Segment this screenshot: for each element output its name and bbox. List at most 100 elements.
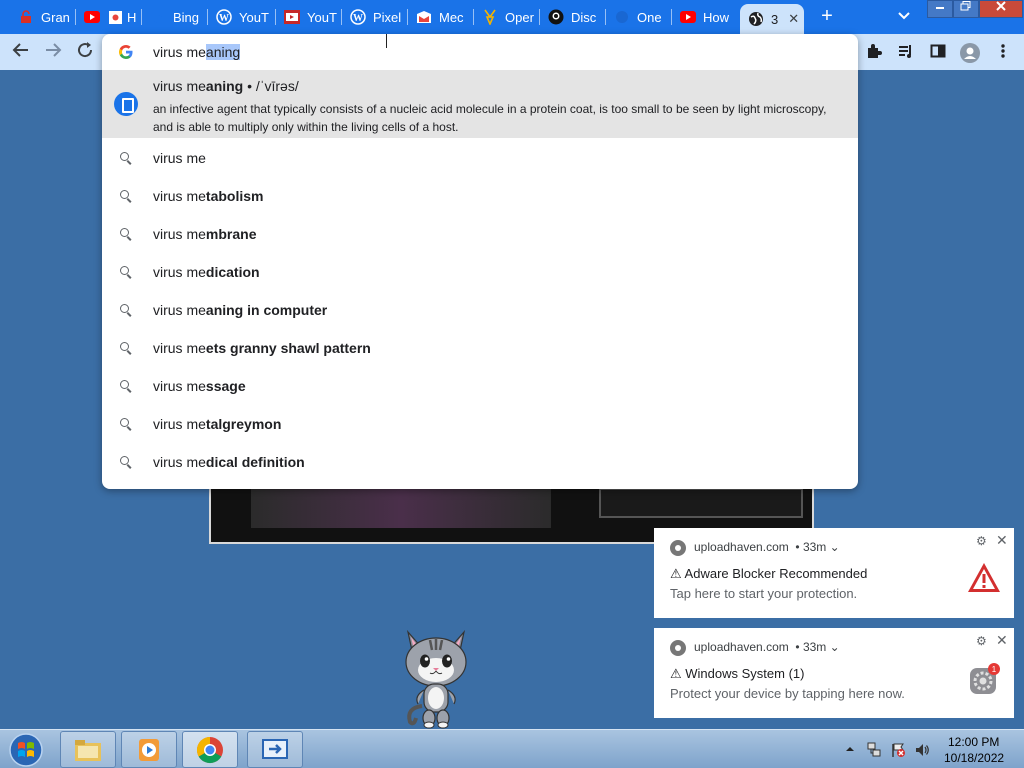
tab-3[interactable]: W YouT xyxy=(208,4,276,30)
chevron-down-icon: ⌄ xyxy=(829,640,840,654)
chrome-icon xyxy=(670,540,686,556)
side-panel-icon[interactable] xyxy=(929,43,947,61)
tab-10[interactable]: How xyxy=(672,4,738,30)
chrome-icon xyxy=(670,640,686,656)
start-button[interactable] xyxy=(4,732,48,768)
minimize-button[interactable] xyxy=(927,0,953,18)
suggestion-item[interactable]: virus me xyxy=(102,139,858,177)
svg-text:W: W xyxy=(353,13,363,24)
definition-pronunciation: • /ˈvīrəs/ xyxy=(243,78,299,94)
badge-icon xyxy=(482,9,498,25)
tab-4[interactable]: YouT xyxy=(276,4,342,30)
tab-0[interactable]: Gran xyxy=(0,4,76,30)
suggestion-item[interactable]: virus meaning in computer xyxy=(102,291,858,329)
omnibox-popup: virus meaning virus meaning • /ˈvīrəs/ a… xyxy=(102,34,858,489)
search-icon xyxy=(118,454,134,470)
tab-active[interactable]: 3 ✕ xyxy=(740,4,804,34)
suggestion-item[interactable]: virus membrane xyxy=(102,215,858,253)
suggestion-item[interactable]: virus medication xyxy=(102,253,858,291)
warning-icon xyxy=(966,560,1002,596)
suggestion-text: virus message xyxy=(153,378,246,394)
suggestion-item[interactable]: virus metabolism xyxy=(102,177,858,215)
taskbar-media-player[interactable] xyxy=(121,731,177,768)
notification-source: uploadhaven.com • 33m ⌄ xyxy=(694,540,840,554)
definition-suggestion[interactable]: virus meaning • /ˈvīrəs/ an infective ag… xyxy=(102,70,858,138)
omnibox-input[interactable]: virus meaning xyxy=(153,44,241,60)
definition-typed: virus me xyxy=(153,78,206,94)
search-icon xyxy=(118,264,134,280)
search-icon xyxy=(118,416,134,432)
clock-date[interactable]: 10/18/2022 xyxy=(944,751,1004,765)
suggestion-item[interactable]: virus metalgreymon xyxy=(102,405,858,443)
dictionary-book-icon xyxy=(114,92,138,116)
action-center-flag-icon[interactable] xyxy=(890,742,906,758)
tab-label: H xyxy=(127,9,137,25)
tab-7[interactable]: Oper xyxy=(474,4,540,30)
tab-search-chevron-icon[interactable] xyxy=(896,8,912,24)
pinball-table xyxy=(251,488,551,528)
forward-button[interactable] xyxy=(42,41,64,63)
notification-badge-count: 1 xyxy=(992,665,997,674)
notification-card[interactable]: uploadhaven.com • 33m ⌄ ⚙ ✕ ⚠ Adware Blo… xyxy=(654,528,1014,618)
media-queue-icon[interactable] xyxy=(897,43,915,61)
notification-title: ⚠ Windows System (1) xyxy=(670,666,805,681)
tab-5[interactable]: W Pixel xyxy=(342,4,408,30)
definition-heading: virus meaning • /ˈvīrəs/ xyxy=(153,78,299,94)
tab-close-icon[interactable]: ✕ xyxy=(788,11,799,27)
tab-1[interactable]: H xyxy=(76,4,142,30)
suggestion-item[interactable]: virus message xyxy=(102,367,858,405)
notification-card[interactable]: uploadhaven.com • 33m ⌄ ⚙ ✕ ⚠ Windows Sy… xyxy=(654,628,1014,718)
notification-source: uploadhaven.com • 33m ⌄ xyxy=(694,640,840,654)
suggestion-text: virus metabolism xyxy=(153,188,264,204)
search-icon xyxy=(118,150,134,166)
close-icon[interactable]: ✕ xyxy=(996,632,1008,649)
wordpress-icon: W xyxy=(350,9,366,25)
suggestion-text: virus metalgreymon xyxy=(153,416,282,432)
taskbar-chrome[interactable] xyxy=(182,731,238,768)
new-tab-button[interactable]: + xyxy=(816,6,838,28)
volume-icon[interactable] xyxy=(914,742,930,758)
youtube-icon xyxy=(84,9,100,25)
menu-kebab-icon[interactable] xyxy=(994,43,1012,61)
gear-icon[interactable]: ⚙ xyxy=(976,634,987,648)
notification-body: Tap here to start your protection. xyxy=(670,586,858,601)
app-icon xyxy=(107,9,123,25)
tab-label: Oper xyxy=(505,9,534,25)
tab-6[interactable]: Mec xyxy=(408,4,474,30)
suggestion-text: virus me xyxy=(153,150,206,166)
address-bar[interactable]: virus meaning xyxy=(102,34,858,70)
tab-label: 3 xyxy=(771,11,779,27)
text-cursor-icon xyxy=(384,34,390,50)
github-icon xyxy=(548,9,564,25)
lock-icon xyxy=(18,9,34,25)
tab-label: Mec xyxy=(439,9,464,25)
cat-mascot-image[interactable] xyxy=(400,626,472,730)
system-tray: 12:00 PM 10/18/2022 xyxy=(840,730,1024,768)
show-hidden-icons-icon[interactable] xyxy=(842,742,858,758)
suggestion-item[interactable]: virus medical definition xyxy=(102,443,858,481)
window-close-button[interactable] xyxy=(979,0,1023,18)
tab-label: Bing xyxy=(173,9,200,25)
search-icon xyxy=(118,378,134,394)
suggestion-item[interactable]: virus meets granny shawl pattern xyxy=(102,329,858,367)
gear-icon[interactable]: ⚙ xyxy=(976,534,987,548)
tab-9[interactable]: One xyxy=(606,4,672,30)
tab-8[interactable]: Disc xyxy=(540,4,606,30)
tab-2[interactable]: Bing xyxy=(142,4,208,30)
tab-label: Pixel xyxy=(373,9,402,25)
extensions-puzzle-icon[interactable] xyxy=(865,43,883,61)
taskbar-remote-app[interactable] xyxy=(247,731,303,768)
tab-label: YouT xyxy=(307,9,337,25)
back-button[interactable] xyxy=(10,41,32,63)
profile-avatar-icon[interactable] xyxy=(960,43,980,63)
youtube-icon xyxy=(680,9,696,25)
notification-title: ⚠ Adware Blocker Recommended xyxy=(670,566,868,581)
network-icon[interactable] xyxy=(866,742,882,758)
taskbar-file-explorer[interactable] xyxy=(60,731,116,768)
restore-button[interactable] xyxy=(953,0,979,18)
chevron-down-icon: ⌄ xyxy=(829,540,840,554)
reload-button[interactable] xyxy=(74,41,96,63)
app-icon xyxy=(416,9,432,25)
clock-time[interactable]: 12:00 PM xyxy=(948,735,999,749)
close-icon[interactable]: ✕ xyxy=(996,532,1008,549)
